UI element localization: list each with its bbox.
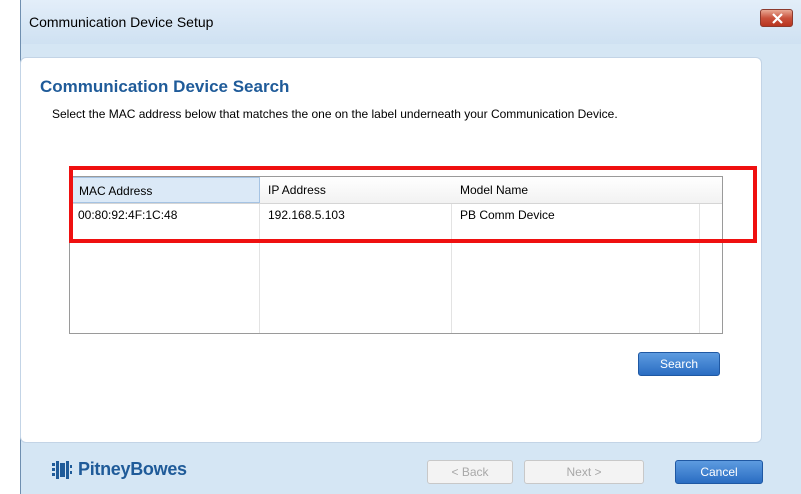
brand-name: PitneyBowes xyxy=(78,459,187,479)
instruction-text: Select the MAC address below that matche… xyxy=(52,107,618,121)
highlight-box xyxy=(69,166,757,243)
search-button[interactable]: Search xyxy=(638,352,720,376)
pitney-bowes-logo-icon xyxy=(52,460,72,479)
back-button[interactable]: < Back xyxy=(427,460,513,484)
pitney-bowes-logo: PitneyBowes xyxy=(52,459,187,480)
page-heading: Communication Device Search xyxy=(40,77,290,96)
window-title: Communication Device Setup xyxy=(29,14,214,30)
cancel-button[interactable]: Cancel xyxy=(675,460,763,484)
next-button[interactable]: Next > xyxy=(524,460,644,484)
title-bar[interactable]: Communication Device Setup xyxy=(21,0,801,44)
close-button[interactable] xyxy=(760,9,793,27)
content-panel: Communication Device Search Select the M… xyxy=(20,57,762,443)
close-icon xyxy=(772,13,783,24)
